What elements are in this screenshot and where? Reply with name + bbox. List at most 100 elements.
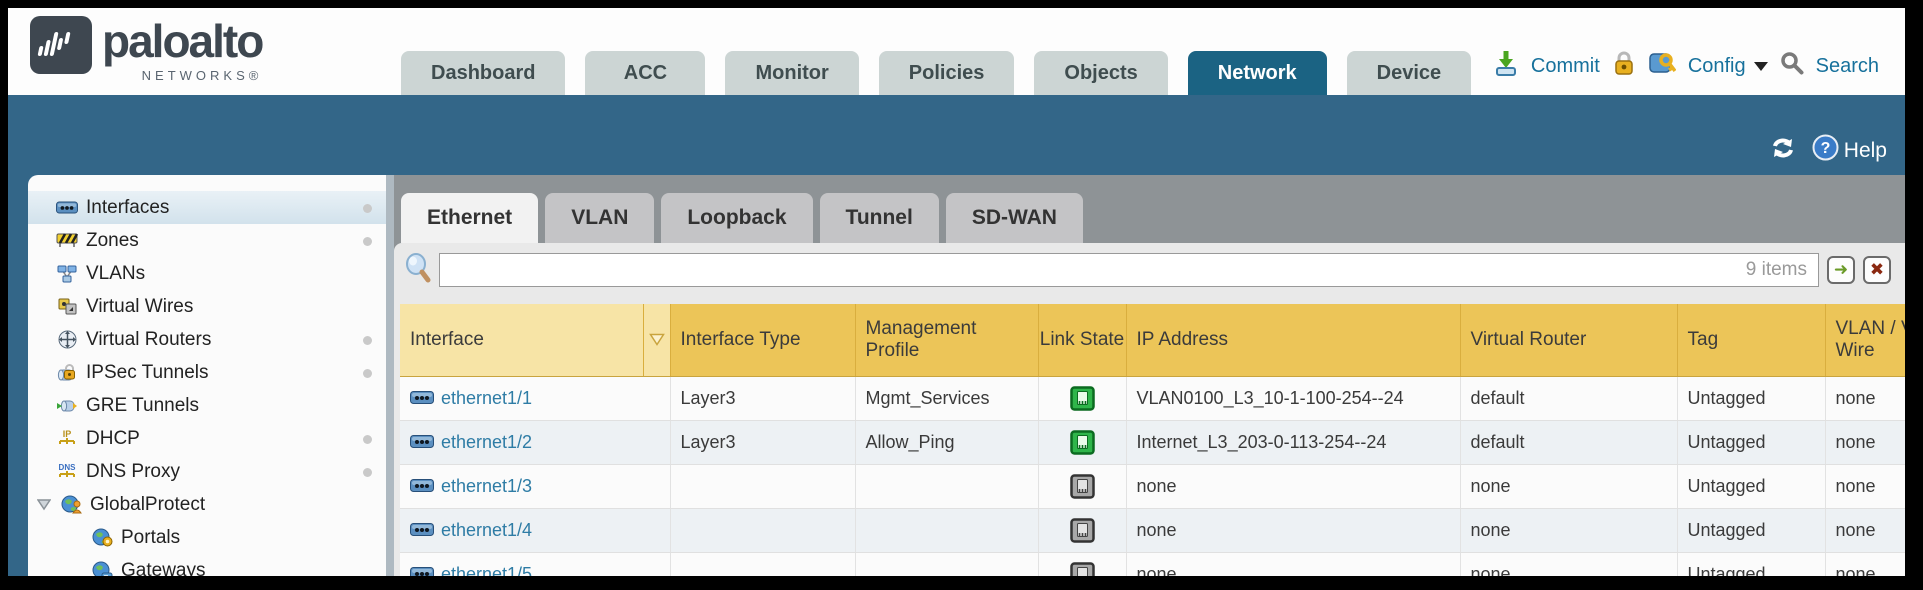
search-link[interactable]: Search: [1816, 55, 1879, 78]
sidebar-item-virtual-routers[interactable]: Virtual Routers: [28, 323, 386, 356]
lock-icon[interactable]: [1612, 49, 1636, 83]
interface-link[interactable]: ethernet1/1: [441, 388, 532, 409]
interface-icon: [410, 564, 434, 577]
interface-link[interactable]: ethernet1/4: [441, 520, 532, 541]
sidebar-item-vlans[interactable]: VLANs: [28, 257, 386, 290]
tab-sd-wan[interactable]: SD-WAN: [946, 193, 1083, 243]
sidebar-item-label: GlobalProtect: [90, 494, 205, 516]
config-caret-icon[interactable]: [1754, 62, 1768, 71]
config-menu[interactable]: Config: [1688, 55, 1746, 78]
table-row-ethernet1-2[interactable]: ethernet1/2Layer3Allow_PingInternet_L3_2…: [400, 420, 1905, 464]
column-sort-dropdown[interactable]: [643, 304, 670, 376]
search-icon[interactable]: [1780, 51, 1804, 81]
cell-management-profile: Mgmt_Services: [855, 376, 1038, 420]
interface-type-tabs: EthernetVLANLoopbackTunnelSD-WAN: [401, 193, 1083, 243]
sidebar-item-interfaces[interactable]: Interfaces: [28, 191, 386, 224]
sidebar-item-globalprotect[interactable]: GlobalProtect: [28, 488, 386, 521]
cell-interface-type: Layer3: [670, 420, 855, 464]
nav-tab-network[interactable]: Network: [1188, 51, 1327, 95]
commit-button[interactable]: Commit: [1531, 55, 1600, 78]
cell-management-profile: [855, 464, 1038, 508]
virtual-routers-icon: [56, 330, 78, 350]
sidebar-item-gateways[interactable]: Gateways: [28, 554, 386, 576]
cell-tag: Untagged: [1677, 552, 1825, 576]
column-header-virtual-router[interactable]: Virtual Router: [1460, 304, 1677, 376]
sidebar-item-portals[interactable]: Portals: [28, 521, 386, 554]
table-row-ethernet1-1[interactable]: ethernet1/1Layer3Mgmt_ServicesVLAN0100_L…: [400, 376, 1905, 420]
nav-tab-policies[interactable]: Policies: [879, 51, 1015, 95]
cell-vlan-virtual-wire: none: [1825, 552, 1905, 576]
interface-icon: [410, 476, 434, 497]
cell-ip-address: Internet_L3_203-0-113-254--24: [1126, 420, 1460, 464]
ipsec-tunnels-icon: [56, 363, 78, 383]
sidebar-item-label: Zones: [86, 230, 139, 252]
item-indicator-dot: [363, 204, 372, 213]
network-sidebar: Interfaces Zones VLANs Virtual Wires Virtual…: [28, 175, 386, 576]
cell-vlan-virtual-wire: none: [1825, 508, 1905, 552]
interface-link[interactable]: ethernet1/3: [441, 476, 532, 497]
link-state-down-icon: [1070, 562, 1095, 577]
cell-virtual-router: none: [1460, 552, 1677, 576]
apply-filter-button[interactable]: ➜: [1827, 256, 1855, 284]
commit-icon[interactable]: [1493, 49, 1519, 83]
sidebar-item-label: Gateways: [121, 560, 205, 577]
tab-loopback[interactable]: Loopback: [661, 193, 812, 243]
header-utilities: Commit Config Search: [1493, 49, 1879, 83]
sidebar-item-ipsec-tunnels[interactable]: IPSec Tunnels: [28, 356, 386, 389]
cell-tag: Untagged: [1677, 420, 1825, 464]
paloalto-logo: paloalto NETWORKS®: [30, 16, 262, 83]
sidebar-item-virtual-wires[interactable]: Virtual Wires: [28, 290, 386, 323]
paloalto-logo-icon: [30, 16, 92, 79]
expander-icon[interactable]: [36, 497, 52, 513]
app-window: paloalto NETWORKS® Dashboard ACC Monitor Po…: [8, 8, 1905, 576]
cell-tag: Untagged: [1677, 508, 1825, 552]
sidebar-item-dns-proxy[interactable]: DNSDNS Proxy: [28, 455, 386, 488]
zones-icon: [56, 231, 78, 251]
vlans-icon: [56, 264, 78, 284]
table-row-ethernet1-5[interactable]: ethernet1/5nonenoneUntaggednone: [400, 552, 1905, 576]
nav-tab-objects[interactable]: Objects: [1034, 51, 1167, 95]
interface-link[interactable]: ethernet1/5: [441, 564, 532, 577]
nav-tab-dashboard[interactable]: Dashboard: [401, 51, 565, 95]
top-header: paloalto NETWORKS® Dashboard ACC Monitor Po…: [8, 8, 1905, 95]
interface-link[interactable]: ethernet1/2: [441, 432, 532, 453]
sidebar-item-label: Virtual Wires: [86, 296, 193, 318]
column-header-tag[interactable]: Tag: [1677, 304, 1825, 376]
tab-ethernet[interactable]: Ethernet: [401, 193, 538, 243]
sidebar-scrollbar[interactable]: [386, 175, 394, 576]
sidebar-item-zones[interactable]: Zones: [28, 224, 386, 257]
link-state-down-icon: [1070, 474, 1095, 499]
sidebar-item-dhcp[interactable]: IPDHCP: [28, 422, 386, 455]
table-row-ethernet1-3[interactable]: ethernet1/3nonenoneUntaggednone: [400, 464, 1905, 508]
column-header-ip-address[interactable]: IP Address: [1126, 304, 1460, 376]
tab-vlan[interactable]: VLAN: [545, 193, 654, 243]
column-header-vlan-virtual-wire[interactable]: VLAN / Virtual Wire: [1825, 304, 1905, 376]
nav-tab-device[interactable]: Device: [1347, 51, 1472, 95]
cell-ip-address: VLAN0100_L3_10-1-100-254--24: [1126, 376, 1460, 420]
brand-subtitle: NETWORKS®: [142, 68, 263, 83]
main-nav-tabs: Dashboard ACC Monitor Policies Objects Networ…: [401, 51, 1471, 95]
interface-icon: [410, 432, 434, 453]
item-indicator-dot: [363, 468, 372, 477]
sidebar-item-gre-tunnels[interactable]: GRE Tunnels: [28, 389, 386, 422]
column-header-interface[interactable]: Interface: [400, 304, 643, 376]
nav-tab-acc[interactable]: ACC: [585, 51, 705, 95]
help-link[interactable]: Help: [1844, 139, 1887, 163]
tab-tunnel[interactable]: Tunnel: [820, 193, 939, 243]
column-header-link-state[interactable]: Link State: [1038, 304, 1126, 376]
refresh-icon[interactable]: [1770, 136, 1796, 166]
column-header-interface-type[interactable]: Interface Type: [670, 304, 855, 376]
cell-interface-type: [670, 552, 855, 576]
nav-tab-monitor[interactable]: Monitor: [725, 51, 858, 95]
clear-filter-button[interactable]: ✖: [1863, 256, 1891, 284]
filter-magnifier-icon[interactable]: [403, 253, 431, 288]
gateways-icon: [91, 561, 113, 577]
interfaces-icon: [56, 198, 78, 218]
column-header-management-profile[interactable]: Management Profile: [855, 304, 1038, 376]
table-row-ethernet1-4[interactable]: ethernet1/4nonenoneUntaggednone: [400, 508, 1905, 552]
cell-ip-address: none: [1126, 552, 1460, 576]
config-icon[interactable]: [1648, 50, 1676, 82]
filter-input[interactable]: [439, 253, 1819, 287]
help-icon[interactable]: ?: [1812, 134, 1839, 167]
cell-virtual-router: none: [1460, 508, 1677, 552]
